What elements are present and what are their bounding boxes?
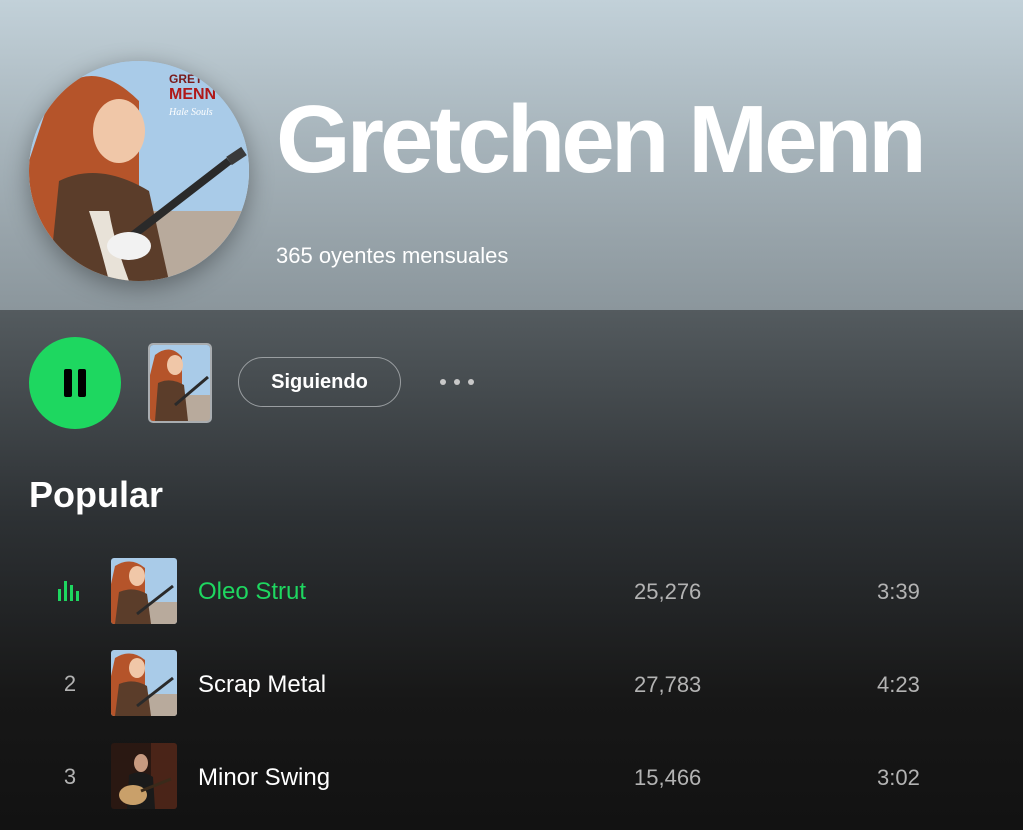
track-cover — [111, 650, 177, 716]
pause-icon — [61, 369, 89, 397]
monthly-listeners: 365 oyentes mensuales — [276, 243, 509, 268]
track-number: 2 — [63, 671, 77, 696]
track-cover — [111, 558, 177, 624]
mini-cover-art — [150, 345, 210, 421]
artist-name: Gretchen Menn — [276, 86, 927, 193]
track-duration: 3:02 — [877, 765, 920, 790]
now-playing-cover[interactable] — [148, 343, 212, 423]
track-row[interactable]: 3 Minor Swing 15,466 3:02 — [0, 738, 1023, 818]
track-plays: 15,466 — [634, 765, 702, 790]
more-horizontal-icon — [440, 379, 474, 385]
track-title[interactable]: Scrap Metal — [198, 671, 326, 699]
artist-photo: GRETCHEN MENN Hale Souls — [29, 61, 249, 281]
track-plays: 27,783 — [634, 672, 702, 697]
artist-avatar: GRETCHEN MENN Hale Souls — [29, 61, 249, 281]
track-cover — [111, 743, 177, 809]
track-duration: 3:39 — [877, 579, 920, 604]
follow-button[interactable]: Siguiendo — [238, 357, 401, 407]
cover-script: Hale Souls — [168, 107, 213, 118]
section-title: Popular — [29, 474, 164, 515]
more-options-button[interactable] — [432, 367, 482, 397]
track-title[interactable]: Oleo Strut — [198, 578, 306, 606]
track-duration: 4:23 — [877, 672, 920, 697]
pause-button[interactable] — [29, 337, 121, 429]
track-title[interactable]: Minor Swing — [198, 764, 330, 792]
equalizer-icon — [58, 581, 79, 601]
track-number: 3 — [63, 764, 77, 789]
track-row[interactable]: Oleo Strut 25,276 3:39 — [0, 552, 1023, 632]
track-row[interactable]: 2 Scrap Metal 27,783 4:23 — [0, 645, 1023, 725]
cover-text-2: MENN — [169, 86, 216, 103]
track-plays: 25,276 — [634, 579, 702, 604]
